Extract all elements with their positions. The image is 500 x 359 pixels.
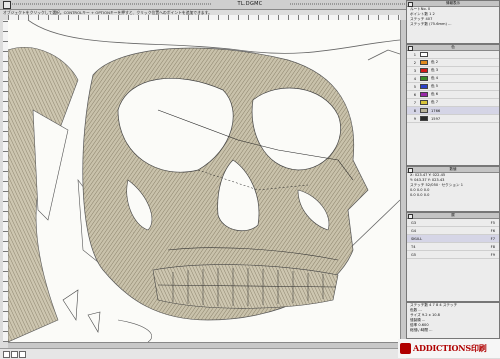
- layer-row[interactable]: G3 F5: [407, 219, 499, 227]
- status-button[interactable]: [19, 351, 26, 358]
- layers-panel-title: 層: [451, 213, 455, 217]
- stitch-line: 総縫い時間 ...: [410, 328, 433, 332]
- numeric-line: 0.0 0.0 0.0: [410, 193, 430, 197]
- color-row[interactable]: 7色 7: [407, 99, 499, 107]
- color-swatch: [420, 60, 428, 65]
- skull-embroidery-artwork: [8, 20, 400, 342]
- numeric-panel-title: 数値: [449, 167, 457, 171]
- color-swatch: [420, 68, 428, 73]
- color-row[interactable]: 9 1597: [407, 115, 499, 123]
- color-row[interactable]: 3色 3: [407, 67, 499, 75]
- color-panel: 色 1 2色 2 3色 3 4色 4 5色 5 6色 6 7色 7 8 1766 …: [406, 44, 500, 166]
- color-row[interactable]: 2色 2: [407, 59, 499, 67]
- status-button[interactable]: [3, 351, 10, 358]
- layer-row[interactable]: SKULL F7: [407, 235, 499, 243]
- color-row[interactable]: 1: [407, 51, 499, 59]
- info-panel: 情報表示 ルートNo. 0 ポイント数 1 2 ステッチ 407 ステッチ数 (…: [406, 0, 500, 44]
- color-row[interactable]: 6色 6: [407, 91, 499, 99]
- status-button[interactable]: [11, 351, 18, 358]
- color-row[interactable]: 4色 4: [407, 75, 499, 83]
- color-swatch: [420, 92, 428, 97]
- status-bar: [0, 348, 406, 359]
- brand-watermark: ADDICTIONS印刷: [398, 339, 500, 358]
- color-panel-title: 色: [451, 45, 455, 49]
- stitch-info-panel: ステッチ数 4 7 8 4 ステッチ 色数 ... サイズ 9.2 x 10.8…: [406, 302, 500, 339]
- color-swatch: [420, 100, 428, 105]
- brand-logo-icon: [400, 343, 411, 354]
- info-line: ステッチ数 (75.6mm) ...: [410, 22, 452, 26]
- color-row[interactable]: 5色 5: [407, 83, 499, 91]
- info-panel-title: 情報表示: [446, 1, 460, 5]
- color-swatch: [420, 116, 428, 121]
- layer-row[interactable]: G5 F9: [407, 251, 499, 259]
- layer-row[interactable]: T4 F8: [407, 243, 499, 251]
- color-row[interactable]: 8 1766: [407, 107, 499, 115]
- color-swatch: [420, 76, 428, 81]
- numeric-panel: 数値 X: 023.47 Y: 022.45 Y: 043.37 Y: 023.…: [406, 166, 500, 212]
- color-swatch: [420, 84, 428, 89]
- brand-wordmark: ADDICTIONS印刷: [413, 343, 487, 353]
- embroidery-canvas[interactable]: [8, 20, 400, 342]
- layers-panel: 層 G3 F5 G4 F6 SKULL F7 T4 F8 G5 F9: [406, 212, 500, 302]
- color-swatch: [420, 108, 428, 113]
- color-swatch: [420, 52, 428, 57]
- layer-row[interactable]: G4 F6: [407, 227, 499, 235]
